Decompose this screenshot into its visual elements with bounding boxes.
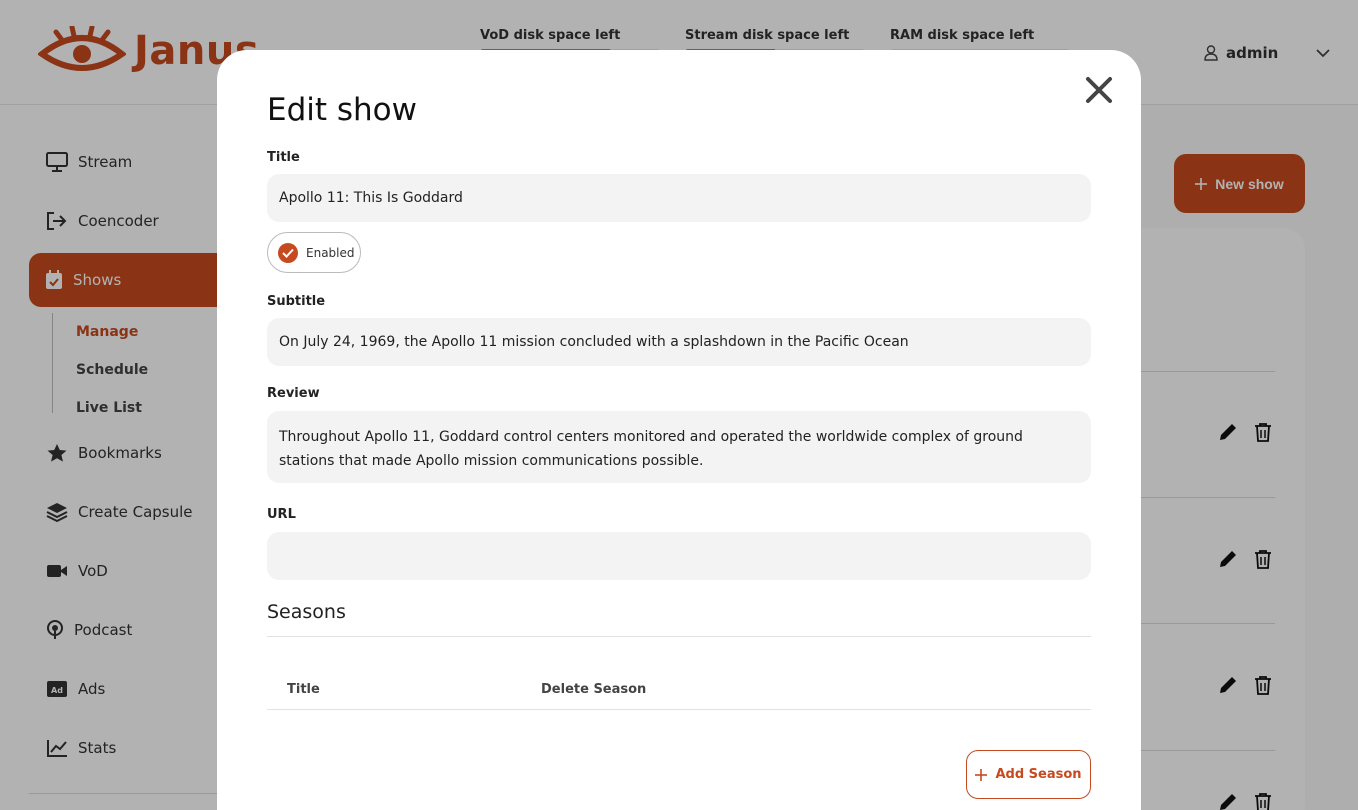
seasons-title: Seasons — [267, 601, 346, 623]
seasons-divider — [267, 636, 1091, 637]
enabled-label: Enabled — [306, 245, 355, 260]
table-header-divider — [267, 709, 1091, 710]
url-label: URL — [267, 507, 296, 522]
review-label: Review — [267, 386, 320, 401]
close-icon[interactable] — [1085, 76, 1113, 104]
subtitle-label: Subtitle — [267, 294, 326, 309]
title-input[interactable] — [267, 174, 1091, 222]
add-season-button[interactable]: Add Season — [966, 750, 1091, 799]
modal-title: Edit show — [267, 92, 418, 128]
add-season-label: Add Season — [995, 767, 1082, 782]
edit-show-modal: Edit show Title Enabled Subtitle Review … — [217, 50, 1141, 810]
title-label: Title — [267, 150, 300, 165]
review-textarea[interactable]: Throughout Apollo 11, Goddard control ce… — [267, 411, 1091, 483]
plus-icon — [975, 768, 988, 781]
column-header-title: Title — [287, 682, 320, 697]
subtitle-input[interactable] — [267, 318, 1091, 366]
check-circle-icon — [278, 242, 298, 263]
column-header-delete-season: Delete Season — [541, 682, 647, 697]
enabled-toggle[interactable]: Enabled — [267, 232, 361, 273]
url-input[interactable] — [267, 532, 1091, 580]
